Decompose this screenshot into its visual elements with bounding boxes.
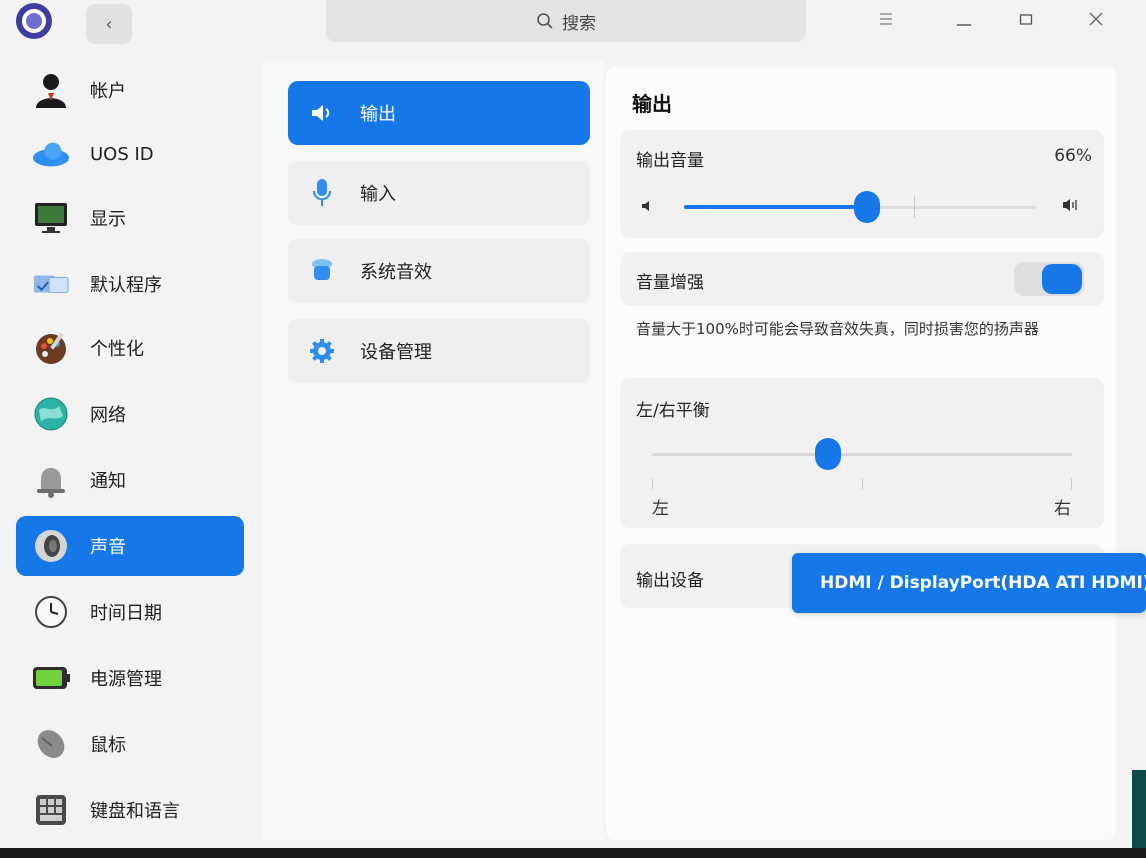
- sound-menu-label: 系统音效: [360, 262, 432, 283]
- balance-right-label: 右: [1054, 499, 1071, 519]
- output-settings-panel: 输出 输出音量 66% 音量增强 音量大于100%时可能会导致音效失真，同时损害…: [606, 66, 1116, 840]
- sidebar-item-label: 键盘和语言: [90, 801, 180, 822]
- sidebar-item-label: 鼠标: [90, 735, 126, 756]
- volume-label: 输出音量: [636, 151, 704, 171]
- volume-boost-label: 音量增强: [636, 273, 704, 293]
- minimize-icon: [957, 24, 971, 26]
- system-sound-icon: [310, 257, 334, 285]
- cloud-icon: [32, 135, 70, 173]
- volume-card: 输出音量 66%: [620, 130, 1104, 238]
- sidebar-item-mouse[interactable]: 鼠标: [16, 714, 244, 774]
- sidebar-item-personalization[interactable]: 个性化: [16, 318, 244, 378]
- speaker-icon: [32, 527, 70, 565]
- mouse-icon: [32, 725, 70, 763]
- close-button[interactable]: [1076, 4, 1116, 34]
- output-device-label: 输出设备: [636, 571, 704, 591]
- volume-boost-note: 音量大于100%时可能会导致音效失真，同时损害您的扬声器: [636, 320, 1039, 338]
- maximize-button[interactable]: [1006, 4, 1046, 34]
- balance-right-tick: [1071, 478, 1072, 490]
- default-apps-icon: [32, 265, 70, 303]
- sidebar-item-network[interactable]: 网络: [16, 384, 244, 444]
- sidebar-item-sound[interactable]: 声音: [16, 516, 244, 576]
- balance-slider-track[interactable]: [652, 453, 1072, 456]
- sidebar-item-display[interactable]: 显示: [16, 188, 244, 248]
- battery-icon: [32, 659, 70, 697]
- minimize-button[interactable]: [944, 4, 984, 34]
- sidebar-item-label: 显示: [90, 209, 126, 230]
- sidebar-item-label: 电源管理: [90, 669, 162, 690]
- menu-icon: [880, 13, 892, 25]
- back-button[interactable]: ‹: [86, 4, 132, 44]
- toggle-knob: [1042, 264, 1082, 294]
- volume-low-icon: [642, 201, 649, 211]
- sidebar-item-label: 帐户: [90, 81, 126, 102]
- sidebar-item-label: 默认程序: [90, 275, 162, 296]
- output-device-option-label: HDMI / DisplayPort(HDA ATI HDMI): [820, 573, 1146, 593]
- balance-slider-knob[interactable]: [815, 438, 842, 470]
- sound-menu-label: 设备管理: [360, 342, 432, 363]
- user-icon: [32, 71, 70, 109]
- sound-menu-label: 输入: [360, 184, 396, 205]
- sound-menu-input[interactable]: 输入: [288, 161, 590, 225]
- sidebar-item-label: 时间日期: [90, 603, 162, 624]
- palette-icon: [32, 329, 70, 367]
- sidebar-item-accounts[interactable]: 帐户: [16, 60, 244, 120]
- balance-center-tick: [862, 478, 863, 490]
- title-bar: ‹ 搜索: [0, 0, 1146, 52]
- bell-icon: [32, 461, 70, 499]
- sidebar-item-power[interactable]: 电源管理: [16, 648, 244, 708]
- sound-menu-output[interactable]: 输出: [288, 81, 590, 145]
- sidebar-item-label: 个性化: [90, 339, 144, 360]
- volume-slider-knob[interactable]: [853, 191, 880, 223]
- keyboard-icon: [32, 791, 70, 829]
- balance-left-label: 左: [652, 499, 669, 519]
- page-title: 输出: [632, 92, 672, 116]
- sidebar-item-notifications[interactable]: 通知: [16, 450, 244, 510]
- sidebar: 帐户 UOS ID 显示 默认程序 个性化 网络 通知 声音 时间日期 电源管理…: [0, 60, 260, 848]
- desktop-edge: [1132, 770, 1146, 848]
- volume-boost-card: 音量增强: [620, 252, 1104, 306]
- chevron-left-icon: ‹: [105, 13, 113, 35]
- sound-menu-label: 输出: [360, 104, 396, 125]
- output-device-option[interactable]: HDMI / DisplayPort(HDA ATI HDMI): [792, 553, 1146, 613]
- volume-100-tick: [914, 196, 915, 218]
- clock-icon: [32, 593, 70, 631]
- sidebar-item-keyboard[interactable]: 键盘和语言: [16, 780, 244, 840]
- close-icon: [1089, 12, 1103, 26]
- volume-slider-fill: [684, 205, 867, 209]
- balance-card: 左/右平衡 左 右: [620, 378, 1104, 528]
- maximize-icon: [1019, 14, 1033, 25]
- search-icon: [537, 13, 553, 29]
- sidebar-item-label: 通知: [90, 471, 126, 492]
- volume-boost-toggle[interactable]: [1014, 262, 1084, 296]
- globe-icon: [32, 395, 70, 433]
- search-box[interactable]: 搜索: [326, 0, 806, 42]
- sidebar-item-datetime[interactable]: 时间日期: [16, 582, 244, 642]
- volume-value: 66%: [1054, 146, 1092, 166]
- app-logo-icon: [16, 3, 52, 39]
- sidebar-item-uos-id[interactable]: UOS ID: [16, 124, 244, 184]
- sound-menu-panel: 输出 输入 系统音效 设备管理: [262, 60, 604, 840]
- balance-left-tick: [652, 478, 653, 490]
- volume-high-icon: [1063, 199, 1077, 211]
- gear-icon: [310, 337, 334, 365]
- balance-label: 左/右平衡: [636, 401, 710, 421]
- monitor-icon: [32, 199, 70, 237]
- sidebar-item-default-apps[interactable]: 默认程序: [16, 254, 244, 314]
- sidebar-item-label: 声音: [90, 537, 126, 558]
- microphone-icon: [310, 179, 334, 207]
- search-label: 搜索: [562, 13, 596, 34]
- settings-window: ‹ 搜索 帐户 UOS ID 显示 默认程序 个性化 网络 通知 声音 时间日期…: [0, 0, 1146, 848]
- sound-menu-device-management[interactable]: 设备管理: [288, 319, 590, 383]
- sound-menu-system-sounds[interactable]: 系统音效: [288, 239, 590, 303]
- sidebar-item-label: 网络: [90, 405, 126, 426]
- sidebar-item-label: UOS ID: [90, 143, 154, 165]
- menu-button[interactable]: [866, 4, 906, 34]
- speaker-output-icon: [310, 99, 334, 127]
